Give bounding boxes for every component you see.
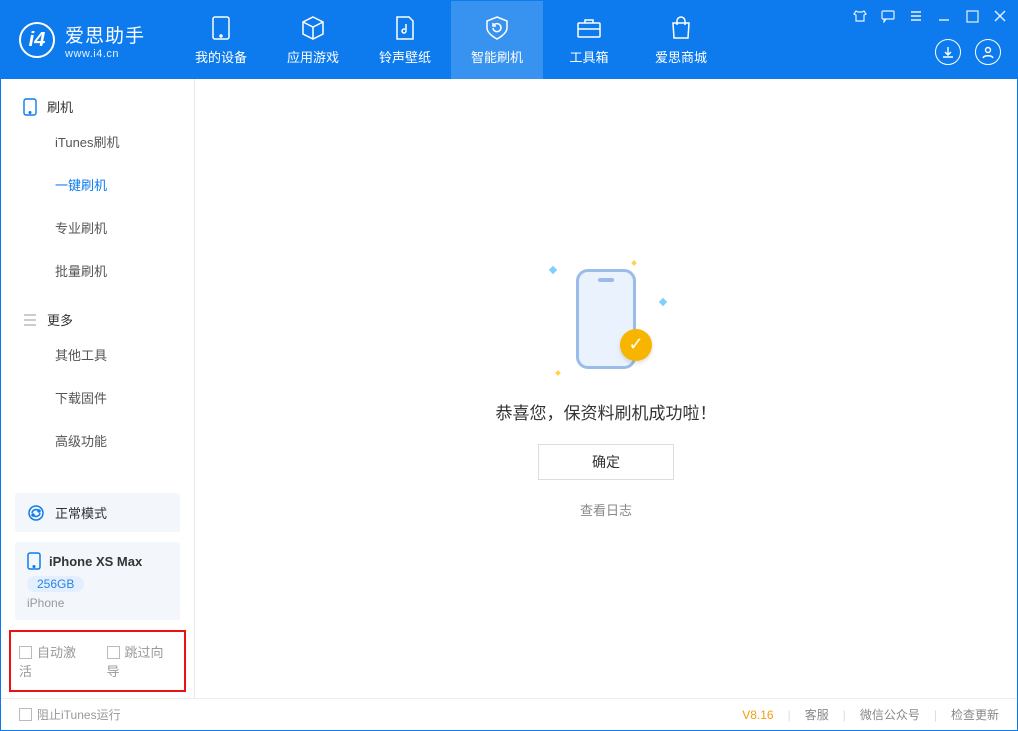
device-name: iPhone XS Max [49,554,142,569]
list-icon [23,314,37,326]
user-controls [935,39,1001,65]
app-logo: i4 爱思助手 www.i4.cn [1,21,163,60]
sidebar-item-download-firmware[interactable]: 下载固件 [1,376,194,419]
music-file-icon [392,15,418,41]
sidebar-group-label: 更多 [47,310,73,329]
tab-my-device[interactable]: 我的设备 [175,1,267,79]
device-box[interactable]: iPhone XS Max 256GB iPhone [15,542,180,620]
account-button[interactable] [975,39,1001,65]
app-header: i4 爱思助手 www.i4.cn 我的设备 应用游戏 铃声壁纸 智能刷机 工具… [1,1,1017,79]
tab-label: 爱思商城 [655,47,707,66]
app-url: www.i4.cn [65,48,145,60]
feedback-icon[interactable] [879,7,897,25]
tab-smart-flash[interactable]: 智能刷机 [451,1,543,79]
device-icon [27,552,41,570]
success-illustration: ✓ [546,259,666,379]
version-label: V8.16 [742,708,773,722]
logo-icon: i4 [19,22,55,58]
sidebar-group-flash: 刷机 [1,79,194,120]
menu-icon[interactable] [907,7,925,25]
mode-label: 正常模式 [55,503,107,522]
mode-icon [27,504,45,522]
tab-label: 我的设备 [195,47,247,66]
bottom-options-highlight: 自动激活 跳过向导 [9,630,186,692]
toolbox-icon [576,15,602,41]
close-icon[interactable] [991,7,1009,25]
status-bar: 阻止iTunes运行 V8.16 | 客服 | 微信公众号 | 检查更新 [1,698,1017,730]
support-link[interactable]: 客服 [805,706,829,723]
checkbox-block-itunes[interactable]: 阻止iTunes运行 [19,706,121,723]
sidebar-item-batch-flash[interactable]: 批量刷机 [1,249,194,292]
bag-icon [668,15,694,41]
app-body: 刷机 iTunes刷机 一键刷机 专业刷机 批量刷机 更多 其他工具 下载固件 … [1,79,1017,698]
success-message: 恭喜您，保资料刷机成功啦！ [496,399,717,424]
tab-store[interactable]: 爱思商城 [635,1,727,79]
window-controls [851,7,1009,25]
tab-ringtones-wallpapers[interactable]: 铃声壁纸 [359,1,451,79]
main-tabs: 我的设备 应用游戏 铃声壁纸 智能刷机 工具箱 爱思商城 [175,1,727,79]
tab-label: 智能刷机 [471,47,523,66]
sidebar-item-other-tools[interactable]: 其他工具 [1,333,194,376]
main-content: ✓ 恭喜您，保资料刷机成功啦！ 确定 查看日志 [195,79,1017,698]
confirm-button[interactable]: 确定 [538,444,674,480]
phone-small-icon [23,98,37,116]
device-type: iPhone [27,596,168,610]
minimize-icon[interactable] [935,7,953,25]
sidebar-item-advanced[interactable]: 高级功能 [1,419,194,462]
wechat-link[interactable]: 微信公众号 [860,706,920,723]
mode-box[interactable]: 正常模式 [15,493,180,532]
phone-icon [208,15,234,41]
sidebar-group-more: 更多 [1,292,194,333]
tab-label: 铃声壁纸 [379,47,431,66]
tab-label: 应用游戏 [287,47,339,66]
sidebar-item-oneclick-flash[interactable]: 一键刷机 [1,163,194,206]
success-badge-icon: ✓ [620,329,652,361]
logo-text: 爱思助手 www.i4.cn [65,21,145,60]
checkbox-skip-guide[interactable]: 跳过向导 [107,642,177,680]
maximize-icon[interactable] [963,7,981,25]
refresh-shield-icon [484,15,510,41]
skin-icon[interactable] [851,7,869,25]
tab-toolbox[interactable]: 工具箱 [543,1,635,79]
device-capacity: 256GB [27,576,84,592]
sidebar: 刷机 iTunes刷机 一键刷机 专业刷机 批量刷机 更多 其他工具 下载固件 … [1,79,195,698]
view-log-link[interactable]: 查看日志 [580,500,632,519]
tab-label: 工具箱 [570,47,609,66]
tab-apps-games[interactable]: 应用游戏 [267,1,359,79]
download-button[interactable] [935,39,961,65]
sidebar-group-label: 刷机 [47,97,73,116]
checkbox-auto-activate[interactable]: 自动激活 [19,642,89,680]
sidebar-item-pro-flash[interactable]: 专业刷机 [1,206,194,249]
check-update-link[interactable]: 检查更新 [951,706,999,723]
app-name: 爱思助手 [65,21,145,48]
sidebar-item-itunes-flash[interactable]: iTunes刷机 [1,120,194,163]
cube-icon [300,15,326,41]
